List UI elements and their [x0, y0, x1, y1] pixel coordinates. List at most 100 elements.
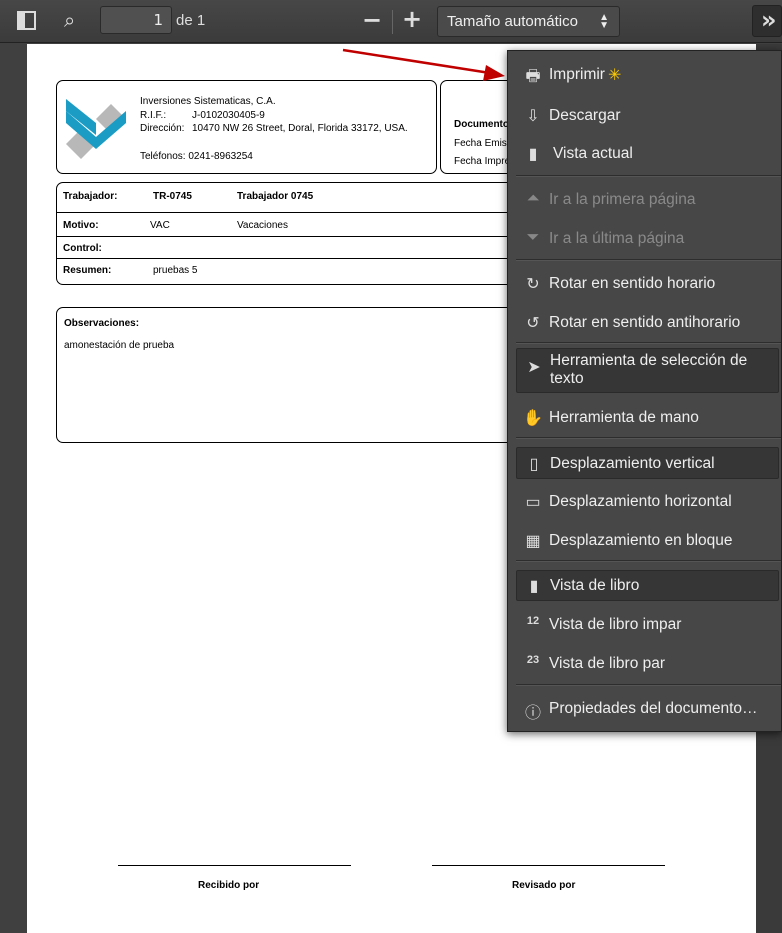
menu-item-single-page[interactable]: ▮ Vista de libro	[516, 570, 779, 601]
menu-item-rotate-cw[interactable]: ↻ Rotar en sentido horario	[508, 266, 781, 302]
toolbar-divider	[392, 10, 393, 34]
menu-item-document-properties[interactable]: ⓘ Propiedades del documento…	[508, 691, 781, 727]
menu-separator	[516, 684, 781, 686]
toolbar: ⌕ 1 de 1 − + Tamaño automático ▲ ▼ »	[0, 0, 782, 43]
cursor-icon: ➤	[527, 359, 541, 376]
page-number-input[interactable]: 1	[100, 6, 172, 34]
annotation-arrow	[342, 48, 505, 81]
menu-separator	[516, 175, 781, 177]
zoom-in-button[interactable]: +	[402, 5, 422, 33]
menu-item-label: Imprimir	[549, 66, 605, 83]
observations-box: Observaciones: amonestación de prueba	[56, 307, 576, 443]
reason-name: Vacaciones	[237, 220, 288, 231]
odd-spread-icon: 12	[526, 615, 540, 627]
menu-item-label: Rotar en sentido horario	[549, 275, 716, 292]
observations-label: Observaciones:	[64, 318, 140, 329]
reason-code: VAC	[150, 220, 170, 231]
menu-item-text-select-tool[interactable]: ➤ Herramienta de selección de texto	[516, 348, 779, 393]
more-tools-button[interactable]: »	[752, 5, 782, 37]
worker-label: Trabajador:	[63, 191, 118, 202]
updown-icon: ▲ ▼	[599, 12, 609, 31]
single-page-icon: ▮	[529, 578, 539, 595]
menu-item-even-spreads[interactable]: 23 Vista de libro par	[508, 646, 781, 682]
menu-item-scroll-vertical[interactable]: ▯ Desplazamiento vertical	[516, 447, 779, 479]
menu-item-current-view[interactable]: ▮ Vista actual	[508, 136, 781, 172]
menu-separator	[516, 342, 781, 344]
hand-cursor-icon: ✳	[608, 67, 622, 84]
row-divider	[57, 236, 575, 237]
menu-item-label: Vista actual	[553, 145, 633, 162]
menu-item-last-page[interactable]: ⏷ Ir a la última página	[508, 221, 781, 257]
menu-item-scroll-wrapped[interactable]: ▦ Desplazamiento en bloque	[508, 523, 781, 559]
menu-item-odd-spreads[interactable]: 12 Vista de libro impar	[508, 607, 781, 643]
rif-value: J-0102030405-9	[192, 110, 265, 121]
menu-item-label: Rotar en sentido antihorario	[549, 314, 741, 331]
reviewed-by-label: Revisado por	[512, 880, 576, 891]
printer-icon: 🖶	[525, 68, 541, 85]
address-label: Dirección:	[140, 123, 185, 134]
menu-item-label: Descargar	[549, 107, 621, 124]
sidebar-toggle-icon[interactable]	[17, 11, 36, 30]
menu-separator	[516, 560, 781, 562]
menu-separator	[516, 437, 781, 439]
menu-item-scroll-horizontal[interactable]: ▭ Desplazamiento horizontal	[508, 484, 781, 520]
worker-code: TR-0745	[153, 191, 192, 202]
reason-label: Motivo:	[63, 220, 99, 231]
rotate-cw-icon: ↻	[526, 276, 540, 293]
document-label: Documento	[454, 119, 509, 130]
menu-item-label: Desplazamiento en bloque	[549, 532, 733, 549]
observations-text: amonestación de prueba	[64, 340, 175, 351]
search-icon[interactable]: ⌕	[64, 8, 75, 32]
page-count: de 1	[176, 12, 206, 29]
last-page-icon: ⏷	[526, 229, 540, 246]
menu-item-hand-tool[interactable]: ✋ Herramienta de mano	[508, 400, 781, 436]
row-divider	[57, 212, 575, 213]
menu-item-label: Desplazamiento vertical	[550, 455, 715, 472]
zoom-select[interactable]: Tamaño automático ▲ ▼	[437, 6, 620, 37]
phones: Teléfonos: 0241-8963254	[140, 151, 253, 162]
menu-item-label: Ir a la última página	[549, 230, 685, 247]
company-box: Inversiones Sistematicas, C.A. R.I.F.: J…	[56, 80, 437, 174]
company-logo	[66, 99, 126, 159]
address-value: 10470 NW 26 Street, Doral, Florida 33172…	[192, 123, 408, 134]
scroll-horizontal-icon: ▭	[525, 494, 541, 511]
zoom-out-button[interactable]: −	[362, 6, 382, 34]
menu-item-download[interactable]: ⇩ Descargar	[508, 98, 781, 134]
download-icon: ⇩	[526, 108, 540, 125]
control-label: Control:	[63, 243, 102, 254]
info-icon: ⓘ	[524, 705, 541, 722]
menu-item-first-page[interactable]: ⏶ Ir a la primera página	[508, 182, 781, 218]
secondary-toolbar-menu: 🖶 Imprimir ✳ ⇩ Descargar ▮ Vista actual ⏶ Ir …	[507, 50, 782, 732]
menu-separator	[516, 259, 781, 261]
rif-label: R.I.F.:	[140, 110, 167, 121]
bookmark-icon: ▮	[528, 146, 538, 163]
scroll-wrapped-icon: ▦	[525, 533, 541, 550]
summary-value: pruebas 5	[153, 265, 198, 276]
company-name: Inversiones Sistematicas, C.A.	[140, 96, 276, 107]
menu-item-label: Vista de libro	[550, 577, 640, 594]
menu-item-label: Propiedades del documento…	[549, 700, 758, 717]
issue-date-label: Fecha Emisi	[454, 138, 510, 149]
menu-item-label: Herramienta de mano	[549, 409, 699, 426]
even-spread-icon: 23	[526, 654, 540, 666]
scroll-vertical-icon: ▯	[529, 456, 539, 473]
menu-item-label: Herramienta de selección de texto	[550, 352, 748, 387]
summary-label: Resumen:	[63, 265, 112, 276]
zoom-select-value: Tamaño automático	[447, 13, 578, 30]
received-by-label: Recibido por	[198, 880, 260, 891]
first-page-icon: ⏶	[526, 190, 540, 207]
row-divider	[57, 258, 575, 259]
rotate-ccw-icon: ↺	[526, 315, 540, 332]
signature-line	[432, 865, 665, 866]
worker-name: Trabajador 0745	[237, 191, 314, 202]
signature-line	[118, 865, 351, 866]
menu-item-label: Vista de libro par	[549, 655, 666, 672]
hand-icon: ✋	[523, 410, 543, 427]
menu-item-print[interactable]: 🖶 Imprimir ✳	[508, 57, 781, 93]
print-date-label: Fecha Impre	[454, 156, 511, 167]
menu-item-rotate-ccw[interactable]: ↺ Rotar en sentido antihorario	[508, 305, 781, 341]
menu-item-label: Vista de libro impar	[549, 616, 682, 633]
menu-item-label: Ir a la primera página	[549, 191, 696, 208]
menu-item-label: Desplazamiento horizontal	[549, 493, 732, 510]
details-box: Trabajador: TR-0745 Trabajador 0745 Moti…	[56, 182, 576, 285]
